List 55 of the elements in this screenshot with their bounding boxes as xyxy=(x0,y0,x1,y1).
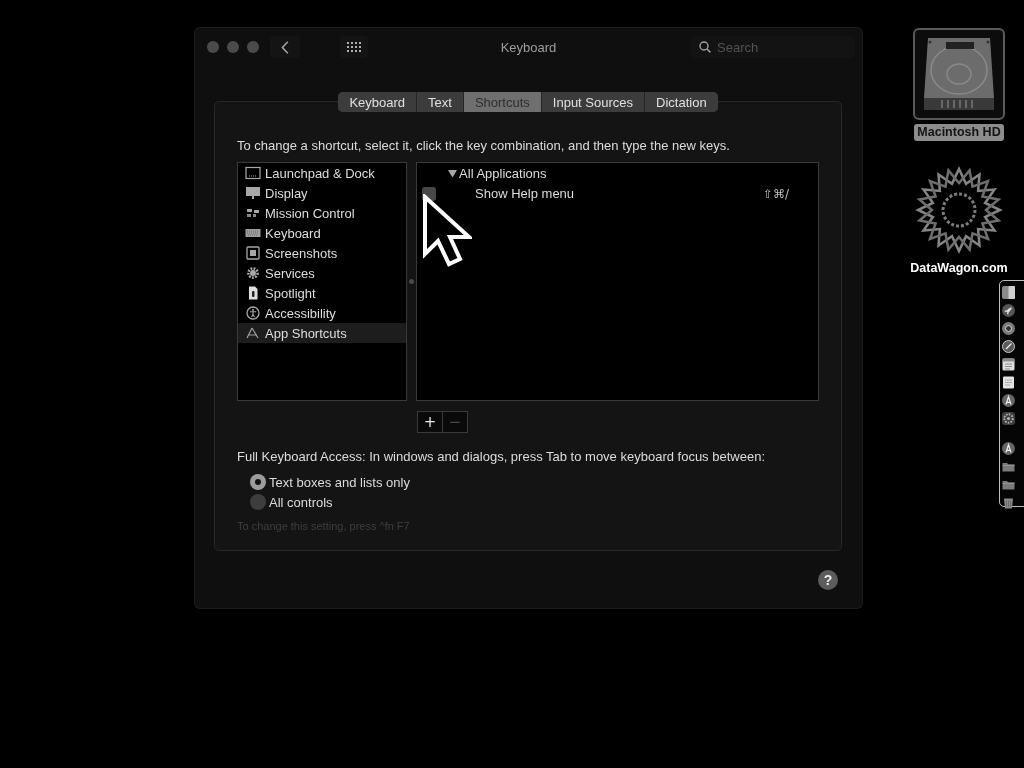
gear-icon xyxy=(245,266,261,280)
hard-drive-icon[interactable] xyxy=(913,28,1005,120)
search-field[interactable]: Search xyxy=(690,36,855,58)
star-pattern-icon[interactable] xyxy=(913,164,1005,256)
help-button[interactable]: ? xyxy=(818,570,838,590)
category-item[interactable]: Keyboard xyxy=(238,223,407,243)
trash-icon[interactable] xyxy=(1002,496,1015,509)
compass-icon[interactable] xyxy=(1002,340,1015,353)
desktop-icon-label[interactable]: Macintosh HD xyxy=(914,124,1004,141)
disclosure-triangle-icon[interactable] xyxy=(448,168,458,178)
a-shape-icon xyxy=(245,326,261,340)
folder-icon[interactable] xyxy=(1002,460,1015,473)
chevron-left-icon xyxy=(281,40,289,54)
instruction-text: To change a shortcut, select it, click the key combination, and then type the new keys. xyxy=(237,138,731,154)
show-all-button[interactable] xyxy=(340,36,368,58)
grid-icon xyxy=(347,42,361,52)
monitor-icon xyxy=(245,186,261,200)
desktop-icon-label[interactable]: DataWagon.com xyxy=(907,260,1011,277)
window-title: Keyboard xyxy=(500,39,557,55)
category-item[interactable]: Launchpad & Dock xyxy=(238,163,407,183)
folder-icon[interactable] xyxy=(1002,478,1015,491)
shortcut-keys[interactable]: ⇧⌘/ xyxy=(762,186,818,201)
screen-dock-icon xyxy=(245,166,261,180)
add-button[interactable]: + xyxy=(417,411,443,433)
radio-option[interactable]: Text boxes and lists only xyxy=(250,472,410,492)
a-shape-icon[interactable] xyxy=(1002,442,1015,455)
radio-icon[interactable] xyxy=(250,474,266,490)
category-item[interactable]: Mission Control xyxy=(238,203,407,223)
search-icon xyxy=(699,41,711,53)
back-button[interactable] xyxy=(270,36,300,58)
screenshot-icon xyxy=(245,246,261,260)
shortcut-name[interactable]: Show Help menu xyxy=(475,186,763,201)
radio-option[interactable]: All controls xyxy=(250,492,333,512)
tree-group-label[interactable]: All Applications xyxy=(459,165,547,181)
gear-icon[interactable] xyxy=(1002,412,1015,425)
ring-icon[interactable] xyxy=(1002,322,1015,335)
a-shape-icon[interactable] xyxy=(1002,394,1015,407)
category-item[interactable]: App Shortcuts xyxy=(238,323,407,343)
calendar-icon[interactable] xyxy=(1002,358,1015,371)
accessibility-icon xyxy=(245,306,261,320)
category-item[interactable]: Services xyxy=(238,263,407,283)
radio-icon[interactable] xyxy=(250,494,266,510)
tab[interactable]: Dictation xyxy=(644,92,718,112)
splitter-handle-icon[interactable] xyxy=(409,279,415,284)
windows-icon xyxy=(245,206,261,220)
category-item[interactable]: Screenshots xyxy=(238,243,407,263)
keyboard-icon xyxy=(245,226,261,240)
category-item[interactable]: Spotlight xyxy=(238,283,407,303)
category-item[interactable]: Display xyxy=(238,183,407,203)
keyboard-access-label: Full Keyboard Access: In windows and dialogs, press Tab to move keyboard focus between: xyxy=(237,449,766,465)
pointer-cursor-icon xyxy=(422,194,472,268)
split-tile-icon[interactable] xyxy=(1002,286,1015,299)
note-icon[interactable] xyxy=(1002,376,1015,389)
category-item[interactable]: Accessibility xyxy=(238,303,407,323)
rocket-icon[interactable] xyxy=(1002,304,1015,317)
